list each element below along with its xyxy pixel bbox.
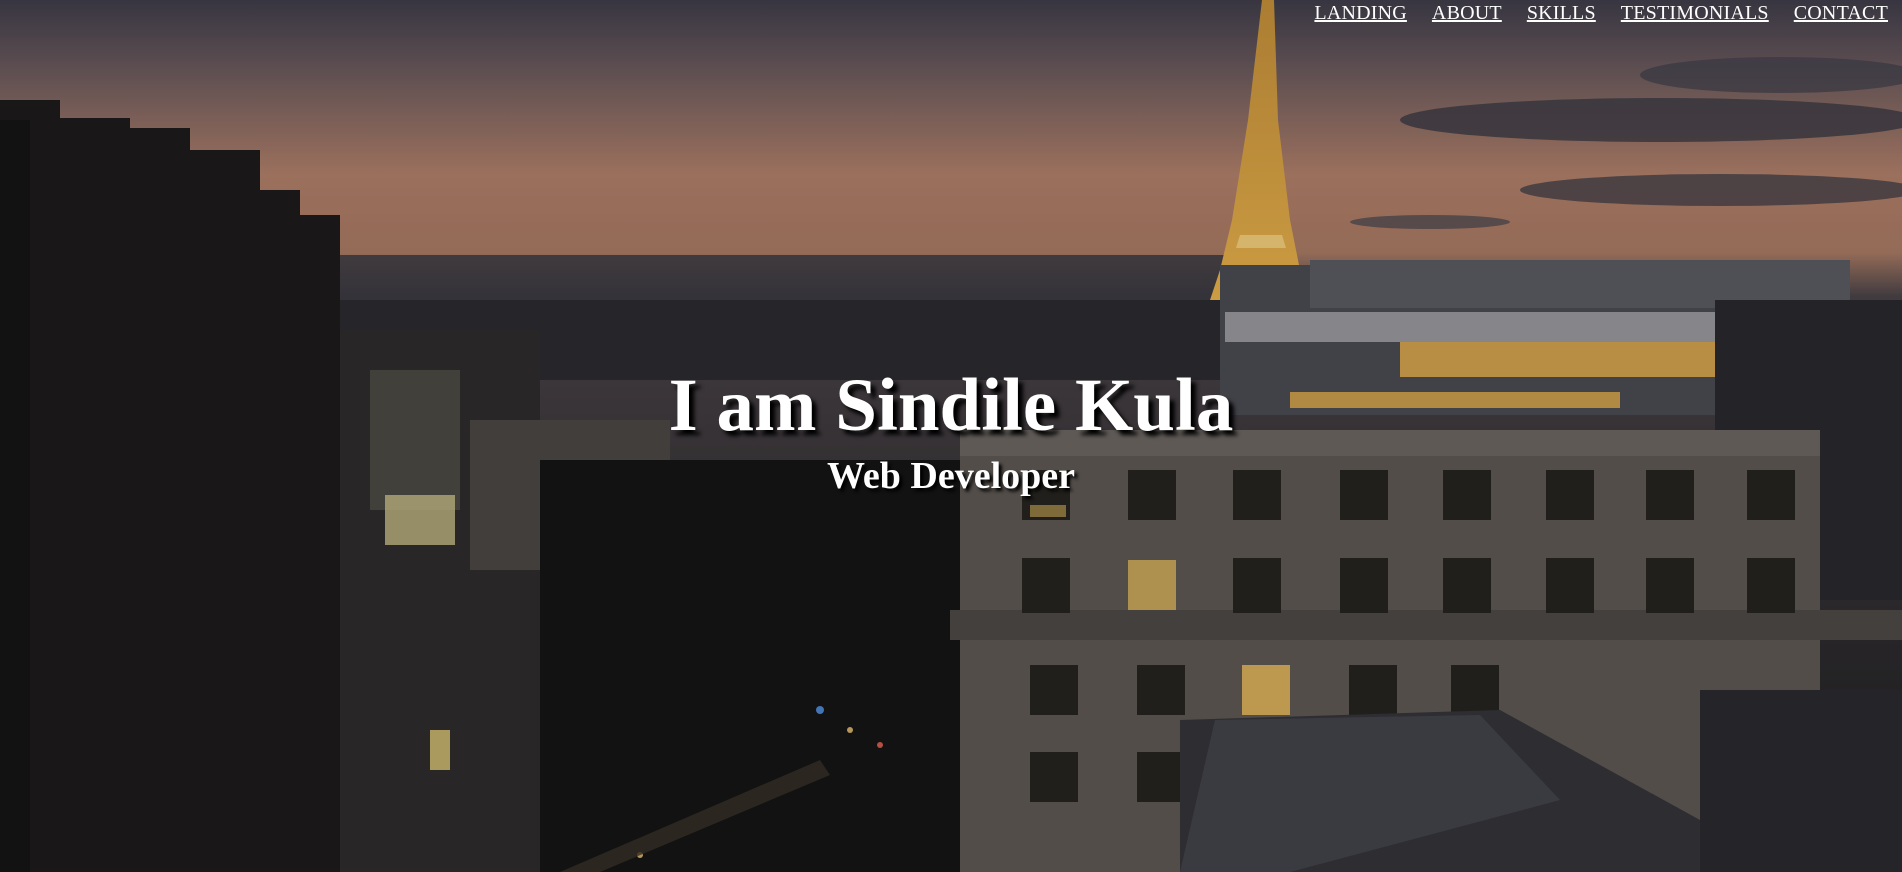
nav-link-skills[interactable]: SKILLS — [1527, 2, 1596, 25]
nav-link-about[interactable]: ABOUT — [1432, 2, 1502, 25]
hero-headline: I am Sindile Kula Web Developer — [0, 368, 1902, 495]
top-navigation: LANDING ABOUT SKILLS TESTIMONIALS CONTAC… — [1289, 2, 1888, 25]
nav-link-landing[interactable]: LANDING — [1314, 2, 1407, 25]
nav-link-testimonials[interactable]: TESTIMONIALS — [1621, 2, 1769, 25]
nav-link-contact[interactable]: CONTACT — [1794, 2, 1888, 25]
hero-title: I am Sindile Kula — [668, 364, 1234, 447]
hero-section: LANDING ABOUT SKILLS TESTIMONIALS CONTAC… — [0, 0, 1902, 872]
hero-subtitle: Web Developer — [826, 455, 1075, 497]
